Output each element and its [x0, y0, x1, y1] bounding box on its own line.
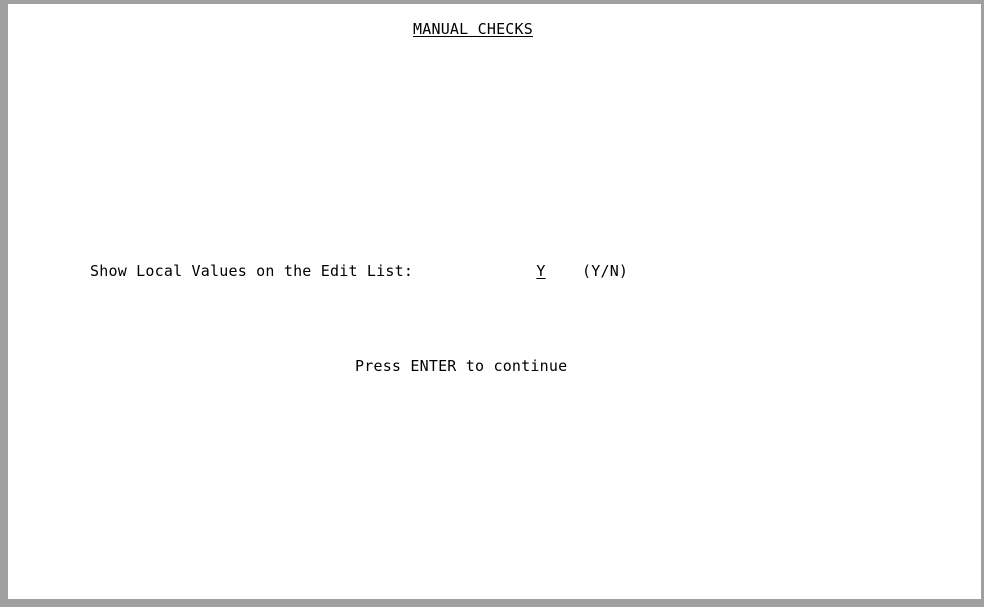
show-local-values-input[interactable]: Y	[534, 262, 548, 280]
press-enter-instruction: Press ENTER to continue	[355, 357, 568, 375]
yes-no-hint: (Y/N)	[582, 262, 629, 280]
terminal-screen: MANUAL CHECKS Show Local Values on the E…	[8, 4, 981, 599]
terminal-window-frame: MANUAL CHECKS Show Local Values on the E…	[0, 0, 984, 607]
show-local-values-label: Show Local Values on the Edit List:	[90, 262, 414, 280]
screen-title: MANUAL CHECKS	[413, 20, 533, 38]
